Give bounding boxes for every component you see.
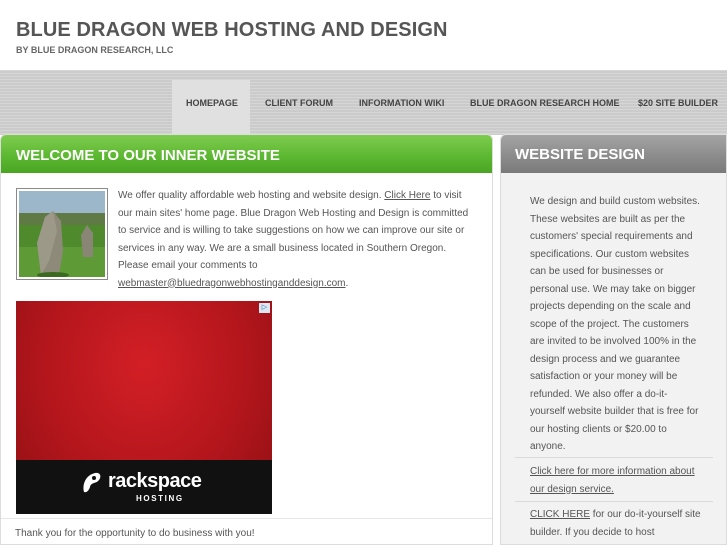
intro-text-1: We offer quality affordable web hosting …	[118, 190, 385, 201]
website-design-description: We design and build custom websites. The…	[530, 196, 700, 452]
rackspace-brand-text: rackspace	[108, 470, 202, 492]
sidebar-divider-2	[515, 501, 713, 502]
thank-you-text: Thank you for the opportunity to do busi…	[15, 528, 255, 539]
site-builder-click-here-link[interactable]: CLICK HERE	[530, 509, 590, 520]
main-panel-title: WELCOME TO OUR INNER WEBSITE	[16, 147, 280, 164]
sidebar-panel: WEBSITE DESIGN We design and build custo…	[500, 134, 727, 545]
intro-paragraph: We offer quality affordable web hosting …	[118, 187, 478, 292]
standing-stone-image	[19, 191, 105, 277]
standing-stone-photo	[16, 188, 108, 280]
sidebar-title: WEBSITE DESIGN	[515, 146, 646, 163]
main-panel-header: WELCOME TO OUR INNER WEBSITE	[1, 135, 492, 173]
nav-active-highlight	[172, 80, 250, 136]
sidebar-builder-block: CLICK HERE for our do-it-yourself site b…	[530, 506, 705, 541]
site-header: BLUE DRAGON WEB HOSTING AND DESIGN BY BL…	[0, 0, 727, 70]
sidebar-header: WEBSITE DESIGN	[501, 135, 726, 173]
site-title[interactable]: BLUE DRAGON WEB HOSTING AND DESIGN	[16, 19, 448, 42]
rackspace-tagline: HOSTING	[136, 494, 184, 503]
sidebar-more-info-block: Click here for more information about ou…	[530, 463, 705, 498]
nav-item-information-wiki[interactable]: INFORMATION WIKI	[359, 98, 444, 108]
main-content-panel: WELCOME TO OUR INNER WEBSITE We offer qu…	[0, 134, 493, 545]
nav-item-site-builder[interactable]: $20 SITE BUILDER	[638, 98, 718, 108]
rackspace-ad-banner[interactable]: ▷ rackspace HOSTING	[16, 301, 272, 514]
main-footer-divider	[1, 518, 492, 519]
webmaster-email-link[interactable]: webmaster@bluedragonwebhostinganddesign.…	[118, 278, 346, 289]
design-service-info-link[interactable]: Click here for more information about ou…	[530, 466, 695, 495]
site-subtitle: BY BLUE DRAGON RESEARCH, LLC	[16, 45, 174, 55]
ad-choices-icon[interactable]: ▷	[259, 303, 270, 313]
click-here-link[interactable]: Click Here	[384, 190, 430, 201]
ad-logo-strip: rackspace HOSTING	[16, 460, 272, 514]
nav-item-homepage[interactable]: HOMEPAGE	[186, 98, 238, 108]
intro-text-3: .	[345, 277, 349, 289]
nav-item-blue-dragon-research-home[interactable]: BLUE DRAGON RESEARCH HOME	[470, 98, 620, 108]
nav-item-client-forum[interactable]: CLIENT FORUM	[265, 98, 333, 108]
sidebar-divider-1	[515, 457, 713, 458]
intro-text-2: to visit our main sites' home page. Blue…	[118, 190, 469, 271]
rackspace-logo-icon	[83, 472, 101, 493]
